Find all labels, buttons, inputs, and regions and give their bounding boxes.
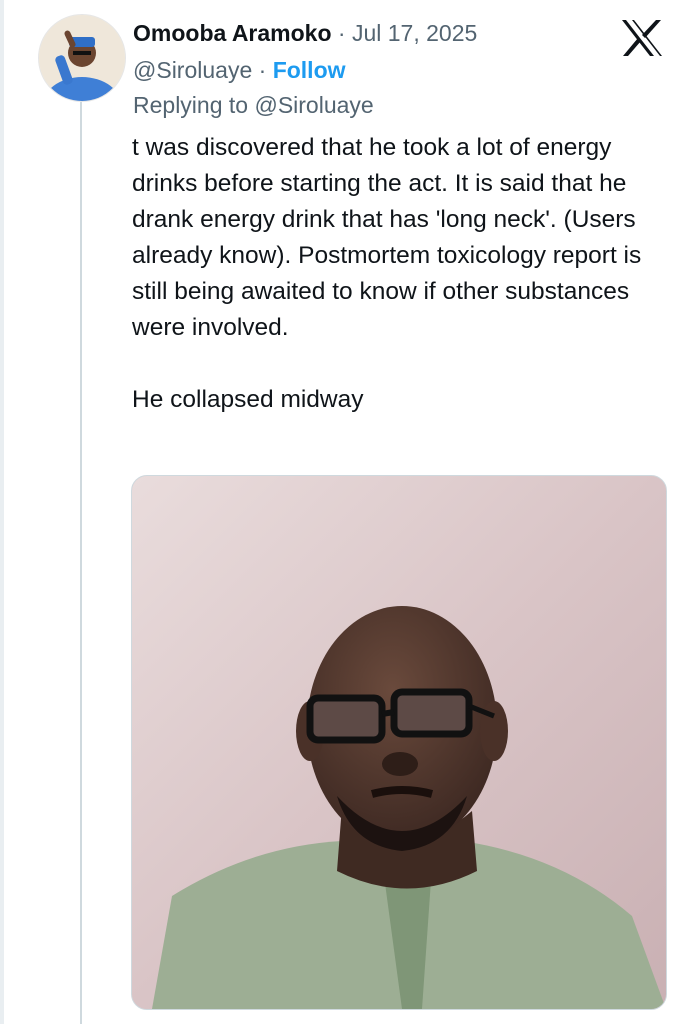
avatar-image	[39, 15, 125, 101]
tweet-date[interactable]: Jul 17, 2025	[352, 20, 477, 46]
tweet-paragraph: t was discovered that he took a lot of e…	[132, 134, 642, 341]
thread-connector-line	[80, 102, 82, 1024]
left-border	[0, 0, 4, 1024]
separator-dot: ·	[337, 20, 346, 46]
user-handle[interactable]: @Siroluaye	[133, 57, 252, 83]
handle-row: @Siroluaye · Follow	[133, 55, 346, 85]
display-name[interactable]: Omooba Aramoko	[133, 20, 332, 46]
tweet-media-photo[interactable]	[131, 475, 667, 1010]
follow-button[interactable]: Follow	[273, 57, 346, 83]
tweet-header: Omooba Aramoko · Jul 17, 2025	[133, 18, 477, 48]
replying-to-mention[interactable]: @Siroluaye	[254, 92, 373, 118]
replying-to-line: Replying to @Siroluaye	[133, 90, 374, 120]
x-logo-icon[interactable]	[620, 18, 664, 58]
avatar[interactable]	[38, 14, 126, 102]
separator-dot: ·	[258, 57, 267, 83]
tweet-paragraph: He collapsed midway	[132, 386, 364, 413]
tweet-body: t was discovered that he took a lot of e…	[132, 130, 677, 418]
photo-of-man-with-glasses-icon	[132, 476, 666, 1009]
replying-prefix: Replying to	[133, 92, 249, 118]
